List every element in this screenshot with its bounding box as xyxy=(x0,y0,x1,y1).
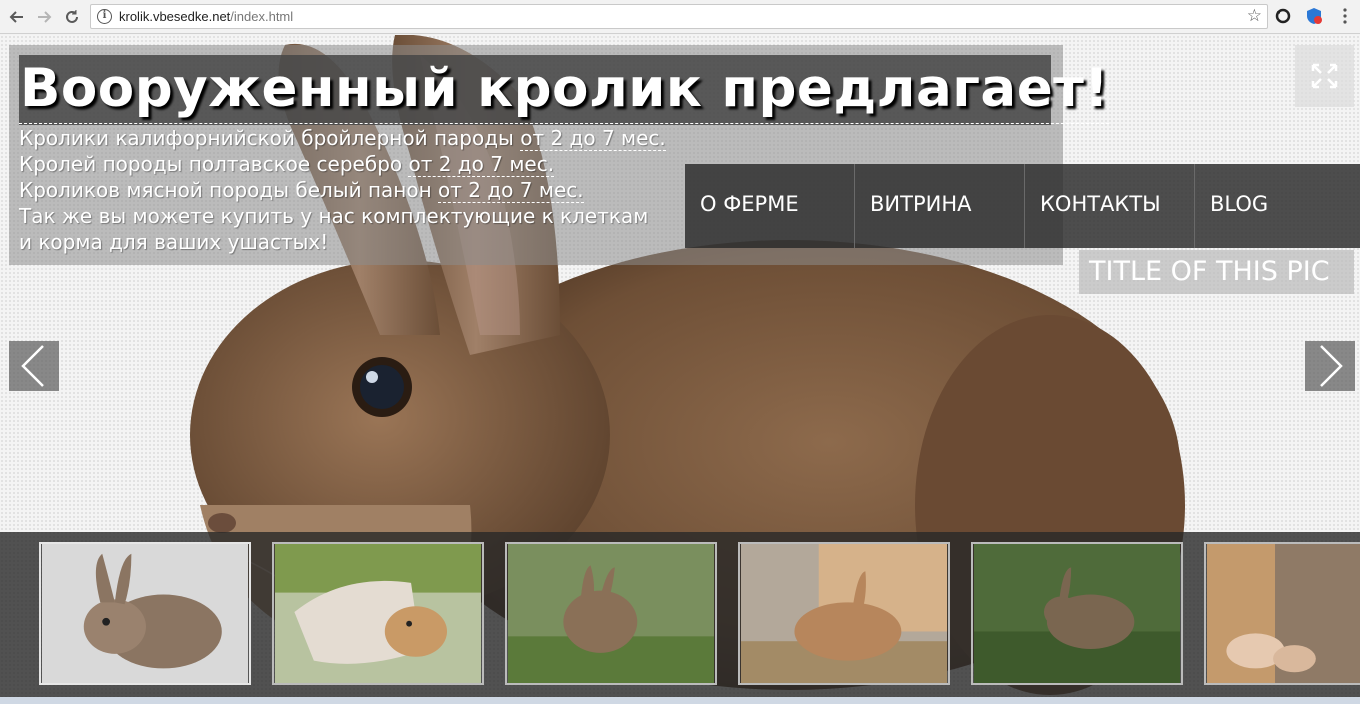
thumbnail-6[interactable] xyxy=(1204,542,1360,685)
rabbit-in-hay-thumbnail-image xyxy=(740,544,948,683)
rabbit-in-pot-thumbnail-image xyxy=(274,544,482,683)
offer-link[interactable]: от 2 до 7 мес. xyxy=(408,152,555,177)
offer-text: Кролики калифорнийской бройлерной пароды xyxy=(19,126,521,150)
offer-line-3: Кроликов мясной породы белый панон от 2 … xyxy=(19,177,666,203)
back-icon[interactable] xyxy=(6,6,28,28)
rabbit-thumbnail-image xyxy=(41,544,249,683)
offer-line-2: Кролей породы полтавское серебро от 2 до… xyxy=(19,151,666,177)
chevron-right-icon xyxy=(1320,345,1343,387)
menu-item-showcase[interactable]: ВИТРИНА xyxy=(855,164,1025,248)
extra-line-1: Так же вы можете купить у нас комплектую… xyxy=(19,204,649,228)
taskbar-edge xyxy=(0,697,1360,704)
picture-title: TITLE OF THIS PIC xyxy=(1079,250,1354,294)
menu-item-blog[interactable]: BLOG xyxy=(1195,164,1360,248)
offers-list: Кролики калифорнийской бройлерной пароды… xyxy=(19,125,666,255)
thumbnail-3[interactable] xyxy=(505,542,717,685)
offer-text: Кролей породы полтавское серебро xyxy=(19,152,409,176)
fullscreen-button[interactable] xyxy=(1295,45,1354,107)
info-icon[interactable]: i xyxy=(97,9,112,24)
offer-link[interactable]: от 2 до 7 мес. xyxy=(438,178,584,203)
fluffy-rabbit-thumbnail-image xyxy=(507,544,715,683)
offer-line-1: Кролики калифорнийской бройлерной пароды… xyxy=(19,125,666,151)
menu-item-farm[interactable]: О ФЕРМЕ xyxy=(685,164,855,248)
extension-shield-icon[interactable] xyxy=(1305,7,1323,25)
menu-item-contacts[interactable]: КОНТАКТЫ xyxy=(1025,164,1195,248)
browser-toolbar: i krolik.vbesedke.net/index.html ☆ xyxy=(0,0,1360,34)
page-viewport: Вооруженный кролик предлагает! Кролики к… xyxy=(0,35,1360,704)
fullscreen-icon xyxy=(1311,63,1338,89)
main-menu: О ФЕРМЕ ВИТРИНА КОНТАКТЫ BLOG xyxy=(685,164,1360,248)
prev-slide-button[interactable] xyxy=(9,341,59,391)
url-host: krolik.vbesedke.net xyxy=(119,9,231,24)
wild-rabbit-thumbnail-image xyxy=(973,544,1181,683)
page-title: Вооруженный кролик предлагает! xyxy=(19,55,1110,124)
chevron-left-icon xyxy=(21,345,44,387)
thumbnail-4[interactable] xyxy=(738,542,950,685)
extension-sync-icon[interactable] xyxy=(1274,7,1292,25)
url-path: /index.html xyxy=(230,9,294,24)
address-bar[interactable]: i krolik.vbesedke.net/index.html ☆ xyxy=(90,4,1268,29)
thumbnail-strip xyxy=(0,532,1360,704)
next-slide-button[interactable] xyxy=(1305,341,1355,391)
bookmark-star-icon[interactable]: ☆ xyxy=(1247,6,1262,26)
thumbnail-2[interactable] xyxy=(272,542,484,685)
baby-rabbits-thumbnail-image xyxy=(1206,544,1360,683)
offer-link[interactable]: от 2 до 7 мес. xyxy=(520,126,666,151)
forward-icon[interactable] xyxy=(33,6,55,28)
offer-text: Кроликов мясной породы белый панон xyxy=(19,178,439,202)
reload-icon[interactable] xyxy=(61,6,83,28)
thumbnail-5[interactable] xyxy=(971,542,1183,685)
headline-bar: Вооруженный кролик предлагает! xyxy=(19,55,1110,125)
url-text: krolik.vbesedke.net/index.html xyxy=(119,9,293,24)
menu-icon[interactable] xyxy=(1336,7,1354,25)
thumbnail-1[interactable] xyxy=(39,542,251,685)
extra-line-2: и корма для ваших ушастых! xyxy=(19,230,329,254)
